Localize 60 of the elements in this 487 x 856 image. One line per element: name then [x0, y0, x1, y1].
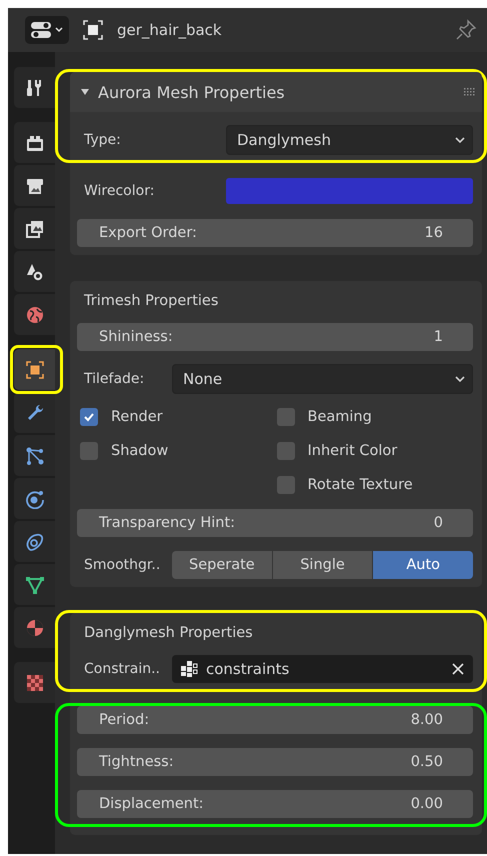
dropdown[interactable]: None [172, 364, 473, 394]
option-button[interactable]: Seperate [172, 551, 272, 579]
properties-tab[interactable] [14, 251, 55, 292]
properties-tab[interactable] [14, 67, 55, 108]
properties-tab[interactable] [14, 435, 55, 476]
properties-tab[interactable] [14, 165, 55, 206]
object-name: ger_hair_back [117, 21, 223, 39]
option-button[interactable]: Auto [373, 551, 474, 579]
chevron-down-icon [454, 374, 466, 384]
panel-title: Aurora Mesh Properties [98, 82, 286, 102]
field-label: Smoothgr.. [84, 557, 162, 573]
field-label: Type: [84, 132, 122, 148]
panel-title: Trimesh Properties [83, 292, 220, 309]
number-field[interactable]: Displacement: 0.00 [77, 790, 473, 818]
field-label: Wirecolor: [84, 183, 156, 199]
checkbox[interactable]: Shadow [80, 441, 276, 461]
caret-icon [54, 25, 64, 35]
properties-tab[interactable] [14, 208, 55, 249]
number-field[interactable]: Period: 8.00 [77, 706, 473, 734]
dropdown[interactable]: Danglymesh [226, 125, 473, 155]
number-field[interactable]: Tightness: 0.50 [77, 748, 473, 776]
checkbox[interactable]: Beaming [276, 407, 473, 427]
drag-handle-icon [464, 88, 476, 96]
properties-tab[interactable] [14, 392, 55, 433]
globe-icon [24, 304, 44, 324]
number-field[interactable]: Shininess: 1 [77, 323, 473, 351]
properties-tab[interactable] [14, 122, 55, 163]
properties-tab[interactable] [14, 564, 55, 605]
cone-sphere-icon [24, 262, 44, 282]
checkbox[interactable]: Render [80, 407, 276, 427]
editor-type-button[interactable] [25, 16, 69, 44]
orbit-icon [24, 488, 44, 508]
properties-tab[interactable] [14, 521, 55, 562]
blocks-icon [180, 660, 198, 678]
option-button[interactable]: Single [272, 551, 372, 579]
check-icon [83, 411, 95, 423]
checker-icon [24, 672, 44, 692]
object-field[interactable]: constraints [172, 655, 473, 683]
triangle-vertices-icon [24, 574, 44, 594]
panel-header[interactable]: Aurora Mesh Properties [70, 72, 482, 112]
square-bracket-icon [24, 360, 44, 380]
expanded-triangle-icon [80, 87, 90, 97]
images-icon [24, 218, 44, 238]
panel-title: Danglymesh Properties [83, 624, 254, 641]
color-swatch[interactable] [226, 178, 473, 204]
field-label: Constrain.. [84, 661, 161, 677]
chevron-down-icon [454, 135, 466, 145]
sphere-icon [24, 618, 44, 638]
checkbox[interactable]: Rotate Texture [276, 475, 473, 495]
close-icon [451, 662, 465, 676]
nodes-icon [24, 446, 44, 466]
field-label: Tilefade: [84, 371, 146, 387]
number-field[interactable]: Transparency Hint: 0 [77, 509, 473, 537]
number-field[interactable]: Export Order: 16 [77, 219, 473, 247]
toggle-icon [30, 20, 52, 40]
checkbox[interactable]: Inherit Color [276, 441, 473, 461]
pin-icon [455, 19, 477, 41]
object-icon [83, 20, 103, 40]
ring-icon [24, 532, 44, 552]
properties-tab[interactable] [14, 478, 55, 519]
